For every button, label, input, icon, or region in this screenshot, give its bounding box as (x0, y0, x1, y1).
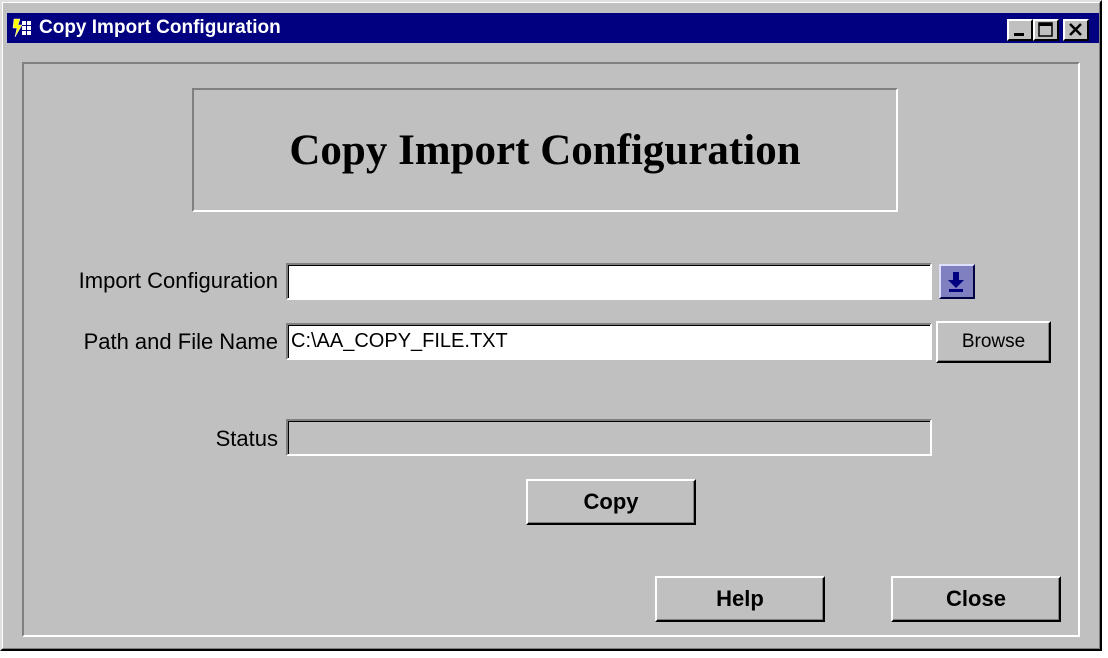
copy-button[interactable]: Copy (526, 479, 696, 525)
window-title: Copy Import Configuration (39, 17, 281, 38)
import-configuration-label: Import Configuration (78, 268, 278, 293)
browse-button[interactable]: Browse (936, 321, 1051, 363)
banner-panel: Copy Import Configuration (192, 88, 898, 212)
banner-title: Copy Import Configuration (289, 126, 801, 174)
path-and-file-name-field[interactable]: C:\AA_COPY_FILE.TXT (286, 323, 932, 360)
close-window-button[interactable] (1063, 19, 1089, 41)
help-button[interactable]: Help (655, 576, 825, 622)
import-configuration-dropdown-button[interactable] (939, 264, 975, 299)
path-and-file-name-label: Path and File Name (83, 329, 278, 354)
maximize-button[interactable] (1033, 19, 1059, 41)
import-configuration-field[interactable] (286, 263, 932, 300)
title-bar[interactable]: Copy Import Configuration (7, 13, 1099, 43)
close-button[interactable]: Close (891, 576, 1061, 622)
minimize-button[interactable] (1007, 19, 1033, 41)
status-field (286, 419, 932, 456)
status-label: Status (215, 426, 278, 451)
download-arrow-icon (941, 272, 973, 301)
path-and-file-name-value: C:\AA_COPY_FILE.TXT (291, 330, 508, 352)
app-lightning-icon[interactable] (11, 17, 33, 39)
